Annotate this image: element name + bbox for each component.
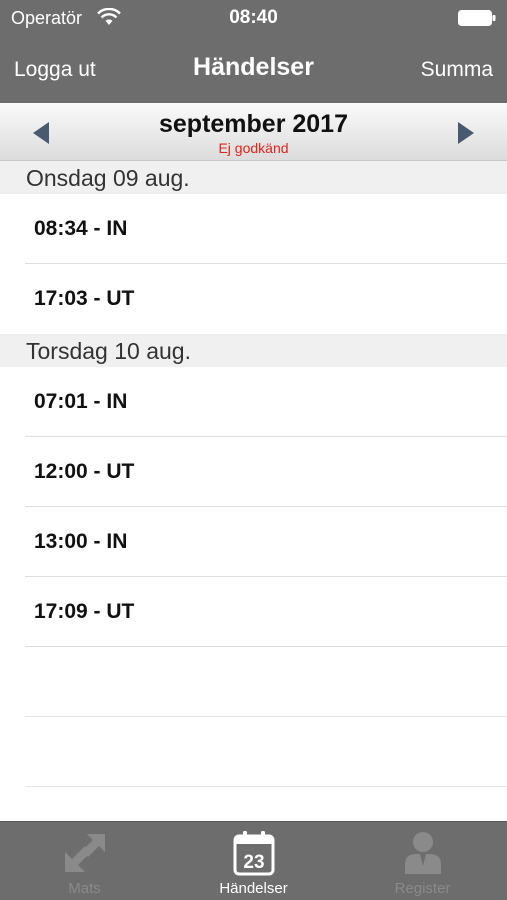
tab-bar: Mats 23 Händelser Register: [0, 821, 507, 900]
status-time: 08:40: [229, 7, 278, 28]
arrows-swap-icon: [64, 834, 105, 872]
event-row[interactable]: 08:34 - IN: [25, 194, 507, 264]
empty-row: [25, 647, 507, 717]
battery-icon: [458, 10, 496, 26]
top-bar: Operatör 08:40 Logga ut Händelser Summa: [0, 0, 507, 103]
tab-label: Mats: [68, 880, 101, 897]
approval-status: Ej godkänd: [218, 140, 289, 156]
section-header-day: Torsdag 10 aug.: [0, 334, 507, 367]
month-label: september 2017: [158, 110, 348, 138]
event-row[interactable]: 07:01 - IN: [25, 367, 507, 437]
event-row[interactable]: 17:09 - UT: [25, 577, 507, 647]
calendar-icon: 23: [233, 831, 274, 876]
calendar-icon-day: 23: [243, 852, 264, 873]
right-arrow-icon[interactable]: [454, 120, 478, 146]
person-icon: [404, 832, 441, 874]
event-row[interactable]: 12:00 - UT: [25, 437, 507, 507]
event-row[interactable]: 13:00 - IN: [25, 507, 507, 577]
month-selector: september 2017 Ej godkänd: [0, 103, 507, 161]
tab-mats[interactable]: Mats: [0, 822, 169, 900]
tab-handelser[interactable]: 23 Händelser: [169, 822, 338, 900]
summary-button[interactable]: Summa: [421, 58, 493, 82]
tab-label: Register: [394, 880, 451, 897]
section-header-day: Onsdag 09 aug.: [0, 161, 507, 194]
status-bar: Operatör 08:40: [0, 0, 507, 36]
tab-label: Händelser: [219, 880, 288, 897]
event-list: Onsdag 09 aug. 08:34 - IN 17:03 - UT Tor…: [0, 161, 507, 787]
empty-row: [25, 717, 507, 787]
tab-register[interactable]: Register: [338, 822, 507, 900]
event-row[interactable]: 17:03 - UT: [25, 264, 507, 334]
